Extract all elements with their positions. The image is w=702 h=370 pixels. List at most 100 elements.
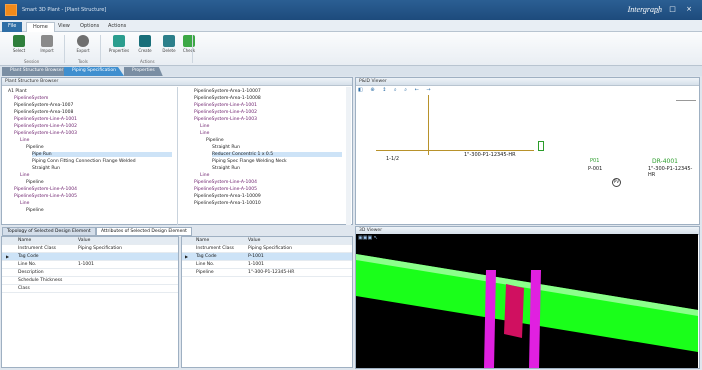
properties-icon xyxy=(113,35,125,47)
attributes-grid: Name Value Instrument Class Piping Speci… xyxy=(181,236,353,368)
table-row[interactable]: Line No. 1-1001 xyxy=(182,261,352,269)
group-label-session: Session xyxy=(24,59,40,64)
process-tab-browser[interactable]: Plant Structure Browser xyxy=(2,67,72,76)
tree-node[interactable]: PipelineSystem-Line-A-1003 xyxy=(194,117,257,122)
window-title: Smart 3D Plant - [Plant Structure] xyxy=(22,7,107,13)
pane-title: Plant Structure Browser xyxy=(2,78,352,86)
tab-attributes[interactable]: Attributes of Selected Design Element xyxy=(96,227,192,236)
grid-header: Name Value xyxy=(2,237,178,245)
select-icon xyxy=(13,35,25,47)
tree-node[interactable]: Line xyxy=(20,138,29,143)
tree-node-selected[interactable]: Reducer Concentric 1 x 0.5 xyxy=(212,152,342,157)
viewer-toolbar[interactable]: ◧ ⊕ ↕ ⌕ ⌕ ← → xyxy=(358,87,434,94)
table-row-selected[interactable]: ▶ Tag Code P-1001 xyxy=(182,253,352,261)
table-row[interactable]: Line No. 1-1001 xyxy=(2,261,178,269)
tree-right[interactable]: PipelineSystem-Area-1-10007 PipelineSyst… xyxy=(180,87,348,225)
valve-symbol-icon[interactable] xyxy=(538,141,544,151)
tab-home[interactable]: Home xyxy=(26,22,55,32)
tree-node[interactable]: PipelineSystem-Area-1-10010 xyxy=(194,201,261,206)
table-row[interactable]: Pipeline 1"-300-P1-12345-HR xyxy=(182,269,352,277)
tree-node[interactable]: Pipeline xyxy=(26,208,44,213)
table-row[interactable]: Class xyxy=(2,285,178,293)
tree-node[interactable]: PipelineSystem-Line-A-1002 xyxy=(194,110,257,115)
tree-node[interactable]: Piping Spec Flange Welding Neck xyxy=(212,159,287,164)
create-button[interactable]: Create xyxy=(132,35,158,57)
table-row[interactable]: Instrument Class Piping Specification xyxy=(2,245,178,253)
instrument-bubble-icon[interactable]: PV xyxy=(612,178,621,187)
tab-view[interactable]: View xyxy=(52,22,76,32)
tree-node[interactable]: Pipeline xyxy=(206,138,224,143)
tree-node[interactable]: PipelineSystem-Line-A-1004 xyxy=(194,180,257,185)
app-logo-icon[interactable] xyxy=(5,4,17,16)
tree-node[interactable]: Straight Run xyxy=(32,166,60,171)
tree-node[interactable]: Straight Run xyxy=(212,145,240,150)
window-controls[interactable]: _ □ × xyxy=(656,5,696,13)
pid-label: 1"-300-P1-12345-HR xyxy=(464,152,516,158)
table-row[interactable]: Description xyxy=(2,269,178,277)
tree-node[interactable]: Line xyxy=(20,173,29,178)
pipe-line xyxy=(376,150,534,151)
ribbon-tabs: File Home View Options Actions xyxy=(0,20,702,32)
process-tab-spec[interactable]: Piping Specification xyxy=(64,67,125,76)
table-row[interactable]: Instrument Class Piping Specification xyxy=(182,245,352,253)
tab-options[interactable]: Options xyxy=(74,22,105,32)
tree-node[interactable]: Line xyxy=(200,124,209,129)
row-pointer-icon: ▶ xyxy=(185,254,189,259)
tab-actions[interactable]: Actions xyxy=(102,22,132,32)
select-button[interactable]: Select xyxy=(6,35,32,57)
tree-node[interactable]: PipelineSystem-Area-1-10008 xyxy=(194,96,261,101)
tree-node[interactable]: Straight Run xyxy=(212,166,240,171)
tree-node[interactable]: Line xyxy=(200,173,209,178)
grid-header: Name Value xyxy=(182,237,352,245)
gear-icon xyxy=(77,35,89,47)
flange-left xyxy=(484,270,496,368)
tree-node[interactable]: PipelineSystem xyxy=(14,96,48,101)
tree-node[interactable]: PipelineSystem-Line-A-1001 xyxy=(194,103,257,108)
pipe-line xyxy=(676,100,696,101)
plant-structure-pane: Plant Structure Browser A1 Plant Pipelin… xyxy=(1,77,353,225)
gasket xyxy=(504,284,524,338)
tree-node[interactable]: Pipeline xyxy=(26,180,44,185)
tree-left[interactable]: A1 Plant PipelineSystem PipelineSystem-A… xyxy=(2,87,178,225)
pipe-line xyxy=(428,95,429,155)
check-button[interactable]: Check xyxy=(176,35,202,57)
tree-node[interactable]: PipelineSystem-Line-A-1004 xyxy=(14,187,77,192)
tree-node[interactable]: PipelineSystem-Area-1008 xyxy=(14,110,73,115)
import-button[interactable]: Import xyxy=(34,35,60,57)
tree-node[interactable]: Pipeline xyxy=(26,145,44,150)
tree-node[interactable]: PipelineSystem-Area-1-10007 xyxy=(194,89,261,94)
pid-label: 1-1/2 xyxy=(386,156,400,162)
pid-label: P01 xyxy=(590,158,600,164)
view-toolbar-icon[interactable]: ▣▣▣ ↖ xyxy=(358,235,378,241)
row-pointer-icon: ▶ xyxy=(6,254,10,259)
pid-label: P-001 xyxy=(588,166,603,172)
tab-file[interactable]: File xyxy=(2,22,23,32)
tree-node[interactable]: PipelineSystem-Line-A-1005 xyxy=(194,187,257,192)
ribbon: Select Import Export Properties Create D… xyxy=(0,32,702,66)
tree-node-selected[interactable]: Pipe Run xyxy=(32,152,172,157)
table-row-selected[interactable]: ▶ Tag Code xyxy=(2,253,178,261)
tree-node[interactable]: A1 Plant xyxy=(8,89,27,94)
process-tab-properties[interactable]: Properties xyxy=(124,67,163,76)
table-row[interactable]: Schedule Thickness xyxy=(2,277,178,285)
ribbon-separator xyxy=(192,35,193,63)
tree-node[interactable]: PipelineSystem-Area-1007 xyxy=(14,103,73,108)
pid-viewer-pane: P&ID Viewer ◧ ⊕ ↕ ⌕ ⌕ ← → 1-1/2 1"-300-P… xyxy=(355,77,700,225)
tree-node[interactable]: PipelineSystem-Line-A-1001 xyxy=(14,117,77,122)
topology-grid: Name Value Instrument Class Piping Speci… xyxy=(1,236,179,368)
check-icon xyxy=(183,35,195,47)
scrollbar[interactable] xyxy=(346,87,351,225)
tree-node[interactable]: PipelineSystem-Line-A-1002 xyxy=(14,124,77,129)
export-button[interactable]: Export xyxy=(70,35,96,57)
tab-topology[interactable]: Topology of Selected Design Element xyxy=(2,227,96,236)
group-label-tools: Tools xyxy=(78,59,88,64)
properties-button[interactable]: Properties xyxy=(106,35,132,57)
tree-node[interactable]: Piping Conn Fitting Connection Flange We… xyxy=(32,159,136,164)
tree-node[interactable]: PipelineSystem-Line-A-1003 xyxy=(14,131,77,136)
pid-label: 1"-300-P1-12345-HR xyxy=(648,166,693,178)
tree-node[interactable]: Line xyxy=(200,131,209,136)
view3d-canvas[interactable]: ▣▣▣ ↖ xyxy=(356,234,698,368)
tree-node[interactable]: Line xyxy=(20,201,29,206)
tree-node[interactable]: PipelineSystem-Line-A-1005 xyxy=(14,194,77,199)
tree-node[interactable]: PipelineSystem-Area-1-10009 xyxy=(194,194,261,199)
